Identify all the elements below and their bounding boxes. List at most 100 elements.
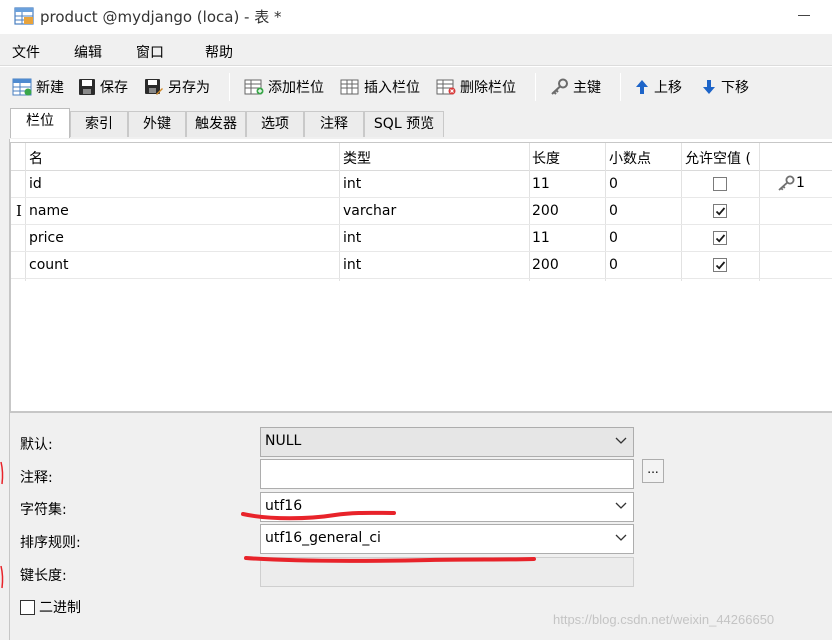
save-label: 保存 [100, 80, 128, 96]
menu-window[interactable]: 窗口 [136, 42, 164, 62]
header-name: 名 [29, 151, 43, 167]
field-type-cell[interactable]: varchar [343, 203, 396, 219]
save-as-label: 另存为 [168, 80, 210, 96]
comment-input[interactable] [260, 459, 634, 489]
field-length-cell[interactable]: 200 [532, 203, 559, 219]
collation-select[interactable]: utf16_general_ci [260, 524, 634, 554]
menu-help[interactable]: 帮助 [205, 42, 233, 62]
save-button[interactable]: 保存 [78, 75, 128, 99]
move-down-label: 下移 [721, 80, 749, 96]
arrow-up-icon [636, 80, 648, 94]
move-up-label: 上移 [654, 80, 682, 96]
header-type: 类型 [343, 151, 371, 167]
field-type-cell[interactable]: int [343, 230, 361, 246]
checkmark-icon [715, 234, 726, 243]
delete-column-label: 删除栏位 [460, 80, 516, 96]
tab-triggers[interactable]: 触发器 [186, 111, 246, 137]
field-decimals-cell[interactable]: 0 [609, 203, 618, 219]
charset-label: 字符集: [20, 502, 67, 518]
field-name-cell[interactable]: count [29, 257, 69, 273]
checkmark-icon [715, 207, 726, 216]
field-properties-panel: 默认: NULL 注释: ... 字符集: utf16 排序规则: utf16_… [10, 412, 832, 640]
new-button[interactable]: 新建 [12, 75, 64, 99]
left-panel-edge [0, 139, 10, 640]
default-select[interactable]: NULL [260, 427, 634, 457]
minimize-button[interactable] [798, 15, 810, 16]
table-row[interactable]: I name varchar 200 0 [11, 198, 832, 225]
field-length-cell[interactable]: 11 [532, 176, 550, 192]
move-up-button[interactable]: 上移 [634, 75, 682, 99]
field-length-cell[interactable]: 200 [532, 257, 559, 273]
binary-checkbox[interactable] [20, 599, 35, 615]
primary-key-button[interactable]: 主键 [549, 75, 601, 99]
table-row[interactable]: count int 200 0 [11, 252, 832, 279]
insert-column-button[interactable]: 插入栏位 [340, 75, 420, 99]
tab-indexes[interactable]: 索引 [70, 111, 128, 137]
new-label: 新建 [36, 80, 64, 96]
binary-checkbox-row[interactable]: 二进制 [20, 597, 81, 617]
nullable-checkbox[interactable] [713, 204, 727, 218]
insert-column-label: 插入栏位 [364, 80, 420, 96]
toolbar-separator [535, 73, 536, 101]
field-type-cell[interactable]: int [343, 257, 361, 273]
title-bar: product @mydjango (loca) - 表 * [0, 0, 832, 34]
charset-select[interactable]: utf16 [260, 492, 634, 522]
header-nullable: 允许空值 ( [685, 151, 751, 167]
field-decimals-cell[interactable]: 0 [609, 176, 618, 192]
nullable-checkbox[interactable] [713, 177, 727, 191]
nullable-checkbox[interactable] [713, 258, 727, 272]
move-down-button[interactable]: 下移 [701, 75, 749, 99]
charset-value: utf16 [265, 498, 303, 514]
table-row[interactable]: id int 11 0 1 [11, 171, 832, 198]
fields-grid: 名 类型 长度 小数点 允许空值 ( id int 11 0 1 I name … [10, 142, 832, 412]
delete-column-button[interactable]: 删除栏位 [436, 75, 516, 99]
tab-columns[interactable]: 栏位 [10, 108, 70, 138]
chevron-down-icon [615, 437, 627, 444]
table-row[interactable]: price int 11 0 [11, 225, 832, 252]
primary-key-indicator: 1 [776, 175, 805, 191]
grid-header: 名 类型 长度 小数点 允许空值 ( [11, 143, 832, 171]
delete-column-icon [436, 79, 456, 95]
nullable-checkbox[interactable] [713, 231, 727, 245]
key-icon [778, 175, 795, 191]
toolbar: 新建 保存 另存为 添加栏位 插入栏位 删除栏位 主键 上移 下移 [0, 67, 832, 107]
menu-file[interactable]: 文件 [12, 42, 40, 62]
chevron-down-icon [615, 502, 627, 509]
toolbar-separator [229, 73, 230, 101]
window-title: product @mydjango (loca) - 表 * [40, 8, 282, 26]
field-type-cell[interactable]: int [343, 176, 361, 192]
tab-sql-preview[interactable]: SQL 预览 [364, 111, 444, 137]
field-name-cell[interactable]: id [29, 176, 42, 192]
header-decimals: 小数点 [609, 151, 651, 167]
key-icon [551, 78, 568, 95]
text-cursor-indicator: I [16, 202, 22, 220]
tab-comment[interactable]: 注释 [304, 111, 364, 137]
tab-foreign-keys[interactable]: 外键 [128, 111, 186, 137]
chevron-down-icon [615, 534, 627, 541]
default-label: 默认: [20, 437, 53, 453]
primary-key-order: 1 [796, 175, 805, 191]
tab-options[interactable]: 选项 [246, 111, 304, 137]
field-name-cell[interactable]: price [29, 230, 64, 246]
menu-bar: 文件 编辑 窗口 帮助 [0, 34, 832, 66]
arrow-down-icon [703, 80, 715, 94]
collation-value: utf16_general_ci [265, 530, 381, 546]
insert-column-icon [340, 79, 359, 95]
tab-strip: 栏位 索引 外键 触发器 选项 注释 SQL 预览 [0, 107, 832, 139]
table-app-icon [14, 7, 34, 25]
save-as-button[interactable]: 另存为 [144, 75, 210, 99]
field-decimals-cell[interactable]: 0 [609, 257, 618, 273]
menu-edit[interactable]: 编辑 [74, 42, 102, 62]
key-length-label: 键长度: [20, 568, 67, 584]
new-table-icon [12, 78, 32, 96]
comment-editor-button[interactable]: ... [642, 459, 664, 483]
field-decimals-cell[interactable]: 0 [609, 230, 618, 246]
collation-label: 排序规则: [20, 535, 81, 551]
comment-label: 注释: [20, 470, 53, 486]
add-column-label: 添加栏位 [268, 80, 324, 96]
field-name-cell[interactable]: name [29, 203, 69, 219]
header-length: 长度 [532, 151, 560, 167]
primary-key-label: 主键 [573, 80, 601, 96]
field-length-cell[interactable]: 11 [532, 230, 550, 246]
add-column-button[interactable]: 添加栏位 [244, 75, 324, 99]
